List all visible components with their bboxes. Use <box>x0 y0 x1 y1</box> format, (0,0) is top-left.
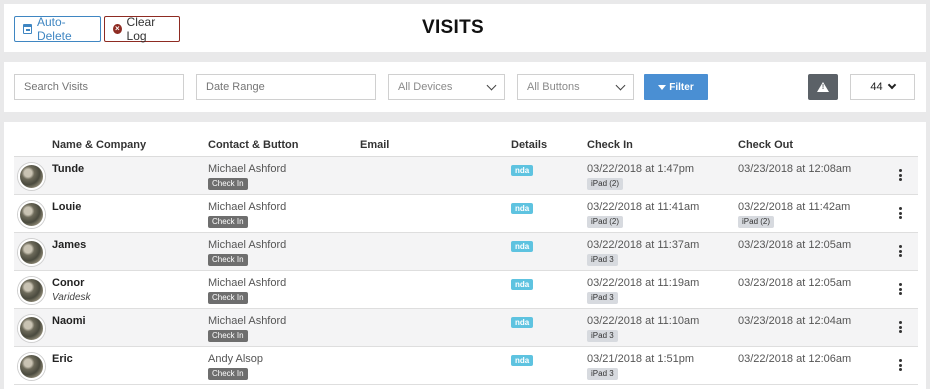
more-options-icon[interactable] <box>899 245 902 257</box>
avatar <box>18 239 45 266</box>
clear-log-button[interactable]: × Clear Log <box>104 15 180 43</box>
details-badge[interactable]: nda <box>511 317 534 328</box>
check-in-time: 03/22/2018 at 11:10am <box>587 315 700 327</box>
visitor-name: James <box>52 239 87 251</box>
table-row[interactable]: Naomi Michael Ashford Check In nda 03/22… <box>14 309 918 347</box>
check-in-time: 03/22/2018 at 11:37am <box>587 239 700 251</box>
per-page-value: 44 <box>870 81 883 93</box>
avatar <box>18 353 45 380</box>
check-in-time: 03/21/2018 at 1:51pm <box>587 353 695 365</box>
table-row[interactable]: Eric Andy Alsop Check In nda 03/21/2018 … <box>14 347 918 385</box>
check-in-device-badge: iPad 3 <box>587 330 618 342</box>
date-range-input[interactable] <box>196 74 376 100</box>
chevron-down-icon <box>615 80 626 90</box>
check-out-time: 03/23/2018 at 12:05am <box>738 239 852 251</box>
auto-delete-label: Auto-Delete <box>36 15 72 43</box>
visitor-name: Tunde <box>52 163 85 175</box>
visitor-name: Louie <box>52 201 82 213</box>
close-circle-icon: × <box>113 24 122 34</box>
chevron-down-icon <box>486 80 497 90</box>
check-out-device-badge: iPad (2) <box>738 216 775 228</box>
contact-name: Michael Ashford <box>208 315 287 327</box>
button-badge: Check In <box>208 368 248 380</box>
button-badge: Check In <box>208 216 248 228</box>
avatar <box>18 201 45 228</box>
check-in-device-badge: iPad (2) <box>587 216 624 228</box>
contact-name: Andy Alsop <box>208 353 264 365</box>
column-header-details[interactable]: Details <box>511 139 547 151</box>
visitor-name: Naomi <box>52 315 86 327</box>
filter-bar: All Devices All Buttons Filter ! 44 <box>4 62 926 112</box>
filter-label: Filter <box>669 81 694 93</box>
more-options-icon[interactable] <box>899 283 902 295</box>
check-out-time: 03/23/2018 at 12:08am <box>738 163 852 175</box>
button-badge: Check In <box>208 292 248 304</box>
column-header-contact-button[interactable]: Contact & Button <box>208 139 298 151</box>
table-row[interactable]: Tunde Michael Ashford Check In nda 03/22… <box>14 157 918 195</box>
check-in-device-badge: iPad 3 <box>587 254 618 266</box>
per-page-select[interactable]: 44 <box>850 74 915 100</box>
devices-select-value: All Devices <box>398 81 453 93</box>
check-in-time: 03/22/2018 at 11:19am <box>587 277 700 289</box>
avatar <box>18 315 45 342</box>
avatar <box>18 163 45 190</box>
chevron-down-icon <box>887 80 896 90</box>
buttons-select[interactable]: All Buttons <box>517 74 634 100</box>
warning-icon: ! <box>817 82 829 92</box>
button-badge: Check In <box>208 178 248 190</box>
check-out-time: 03/22/2018 at 11:42am <box>738 201 851 213</box>
contact-name: Michael Ashford <box>208 277 287 289</box>
details-badge[interactable]: nda <box>511 279 534 290</box>
more-options-icon[interactable] <box>899 321 902 333</box>
visitor-company: Varidesk <box>52 292 91 303</box>
more-options-icon[interactable] <box>899 207 902 219</box>
check-in-device-badge: iPad 3 <box>587 292 618 304</box>
details-badge[interactable]: nda <box>511 355 534 366</box>
details-badge[interactable]: nda <box>511 165 534 176</box>
check-out-time: 03/23/2018 at 12:05am <box>738 277 852 289</box>
auto-delete-button[interactable]: Auto-Delete <box>14 15 101 43</box>
visitor-name: Eric <box>52 353 73 365</box>
contact-name: Michael Ashford <box>208 201 287 213</box>
visits-table: Name & Company Contact & Button Email De… <box>4 122 926 389</box>
check-out-time: 03/23/2018 at 12:04am <box>738 315 852 327</box>
details-badge[interactable]: nda <box>511 241 534 252</box>
contact-name: Michael Ashford <box>208 239 287 251</box>
table-row[interactable]: James Michael Ashford Check In nda 03/22… <box>14 233 918 271</box>
column-header-email[interactable]: Email <box>360 139 389 151</box>
filter-button[interactable]: Filter <box>644 74 708 100</box>
check-in-time: 03/22/2018 at 1:47pm <box>587 163 695 175</box>
avatar <box>18 277 45 304</box>
check-in-device-badge: iPad 3 <box>587 368 618 380</box>
top-toolbar: Auto-Delete × Clear Log VISITS <box>4 4 926 52</box>
clear-log-label: Clear Log <box>126 15 156 43</box>
more-options-icon[interactable] <box>899 359 902 371</box>
visitor-name: Conor <box>52 277 85 289</box>
calendar-icon <box>23 24 32 34</box>
buttons-select-value: All Buttons <box>527 81 580 93</box>
table-row[interactable]: Louie Michael Ashford Check In nda 03/22… <box>14 195 918 233</box>
column-header-check-in[interactable]: Check In <box>587 139 633 151</box>
button-badge: Check In <box>208 330 248 342</box>
warning-button[interactable]: ! <box>808 74 838 100</box>
contact-name: Michael Ashford <box>208 163 287 175</box>
check-out-time: 03/22/2018 at 12:06am <box>738 353 852 365</box>
search-input[interactable] <box>14 74 184 100</box>
more-options-icon[interactable] <box>899 169 902 181</box>
check-in-time: 03/22/2018 at 11:41am <box>587 201 700 213</box>
table-row[interactable]: Conor Varidesk Michael Ashford Check In … <box>14 271 918 309</box>
funnel-icon <box>658 84 667 90</box>
devices-select[interactable]: All Devices <box>388 74 505 100</box>
details-badge[interactable]: nda <box>511 203 534 214</box>
column-header-check-out[interactable]: Check Out <box>738 139 793 151</box>
button-badge: Check In <box>208 254 248 266</box>
check-in-device-badge: iPad (2) <box>587 178 624 190</box>
page-title: VISITS <box>422 17 484 38</box>
column-header-name-company[interactable]: Name & Company <box>52 139 146 151</box>
